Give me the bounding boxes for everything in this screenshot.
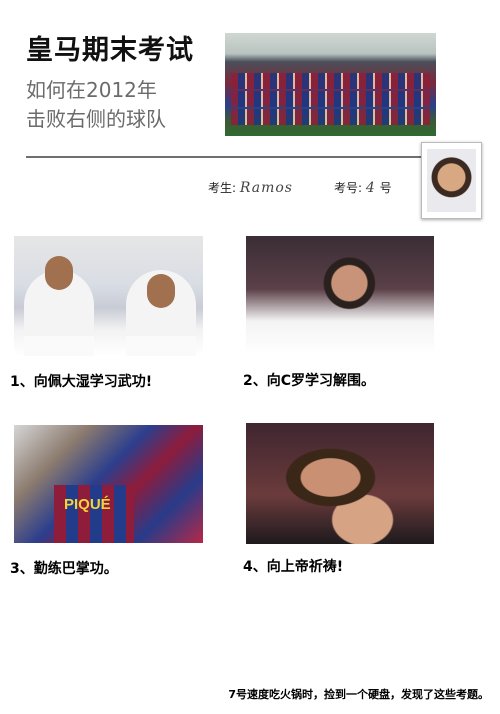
candidate-photo — [421, 142, 482, 219]
exam-number-field: 考号: 4 号 — [334, 179, 392, 196]
candidate-label: 考生: — [208, 181, 237, 195]
subtitle-line-1: 如何在2012年 — [26, 78, 157, 102]
jersey — [54, 485, 134, 543]
team-row — [231, 91, 430, 107]
exam-number-value: 4 — [365, 180, 376, 196]
question-4-caption: 4、向上帝祈祷! — [243, 559, 344, 575]
question-3-caption: 3、勤练巴掌功。 — [10, 561, 118, 577]
question-3-photo: PIQUÉ — [14, 425, 203, 543]
candidate-name: Ramos — [239, 180, 293, 196]
question-2-photo — [246, 236, 434, 354]
player-head — [45, 256, 73, 290]
subtitle-line-2: 击败右侧的球队 — [26, 107, 166, 131]
divider — [26, 156, 423, 158]
avatar — [427, 149, 476, 212]
jersey-text: PIQUÉ — [64, 496, 111, 513]
exam-number-label: 考号: — [334, 181, 363, 195]
question-1-caption: 1、向佩大湿学习武功! — [10, 374, 153, 390]
footer-note: 7号速度吃火锅时，捡到一个硬盘，发现了这些考题。 — [228, 688, 489, 701]
page-subtitle: 如何在2012年 击败右侧的球队 — [26, 76, 166, 134]
exam-number-suffix: 号 — [379, 181, 392, 195]
player-head — [147, 274, 175, 308]
candidate-field: 考生: Ramos — [208, 179, 293, 196]
page-title: 皇马期末考试 — [26, 35, 194, 66]
team-row — [231, 73, 430, 89]
team-photo — [225, 33, 436, 136]
question-2-caption: 2、向C罗学习解围。 — [243, 373, 376, 389]
question-4-photo — [246, 423, 434, 544]
question-1-photo — [14, 236, 203, 356]
team-row — [231, 109, 430, 125]
